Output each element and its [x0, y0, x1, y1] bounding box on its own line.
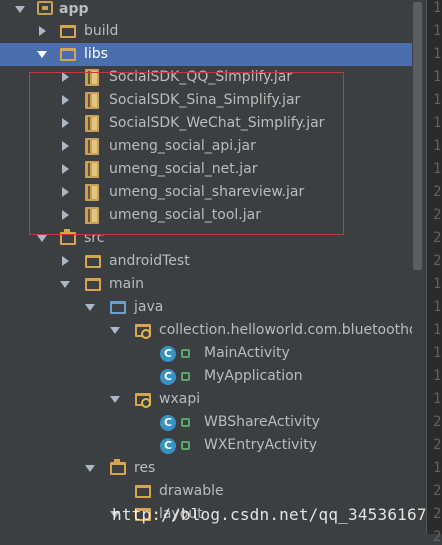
class-icon: C — [160, 415, 176, 431]
tree-item-drawable[interactable]: drawable — [0, 480, 412, 503]
tree-item-label: MainActivity — [204, 345, 290, 361]
tree-item-label: collection.helloworld.com.bluetoothder — [159, 322, 412, 338]
line-number: 2 — [433, 437, 442, 453]
line-number: 2 — [433, 230, 442, 246]
chevron-down-icon[interactable] — [85, 463, 95, 473]
tree-item-main[interactable]: main — [0, 273, 412, 296]
tree-item-label: wxapi — [159, 391, 201, 407]
tree-item-androidtest[interactable]: androidTest — [0, 250, 412, 273]
folder-icon — [60, 25, 76, 38]
tree-item-wxapi[interactable]: wxapi — [0, 388, 412, 411]
tree-item-label: app — [59, 1, 89, 17]
line-number: 2 — [433, 414, 442, 430]
tree-item-file[interactable] — [0, 526, 412, 534]
line-number: 1 — [433, 299, 442, 315]
tree-item-label: WXEntryActivity — [204, 437, 318, 453]
package-dot-icon — [141, 398, 151, 408]
scrollbar-thumb[interactable] — [413, 2, 422, 270]
line-number: 1 — [433, 92, 442, 108]
chevron-down-icon[interactable] — [110, 325, 120, 335]
chevron-down-icon[interactable] — [15, 4, 25, 14]
line-number: 1 — [433, 23, 442, 39]
line-number: 1 — [433, 368, 442, 384]
public-lock-icon — [181, 349, 190, 358]
public-lock-icon — [181, 372, 190, 381]
chevron-right-icon[interactable] — [60, 256, 70, 266]
line-number: 1 — [433, 0, 442, 16]
folder-icon — [85, 255, 101, 268]
line-number: 2 — [433, 207, 442, 223]
tree-item-label: java — [134, 299, 164, 315]
tree-item-label: drawable — [159, 483, 224, 499]
jar-highlight-box — [29, 72, 344, 235]
chevron-right-icon[interactable] — [37, 26, 47, 36]
tree-item-label: androidTest — [109, 253, 190, 269]
tree-item-collection-helloworld-com-bluetoothder[interactable]: collection.helloworld.com.bluetoothder — [0, 319, 412, 342]
tree-item-label: res — [134, 460, 156, 476]
line-number: 2 — [433, 253, 442, 269]
package-dot-icon — [141, 329, 151, 339]
source-folder-icon — [110, 301, 126, 314]
module-icon — [37, 1, 53, 15]
tree-item-mainactivity[interactable]: C MainActivity — [0, 342, 412, 365]
tree-item-wxentryactivity[interactable]: C WXEntryActivity — [0, 434, 412, 457]
line-number: 2 — [433, 529, 442, 545]
resource-folder-icon — [110, 459, 126, 475]
tree-item-label: main — [109, 276, 144, 292]
tree-item-libs[interactable]: libs — [0, 43, 412, 66]
chevron-down-icon[interactable] — [110, 394, 120, 404]
line-number: 1 — [433, 161, 442, 177]
editor-line-gutter: 1 1 1 1 1 1 1 1 2 2 2 2 1 1 1 1 1 1 2 2 1 2 2 2 — [426, 0, 442, 545]
tree-item-label: build — [84, 23, 119, 39]
folder-icon — [85, 278, 101, 291]
tree-item-wbshareactivity[interactable]: C WBShareActivity — [0, 411, 412, 434]
line-number: 1 — [433, 138, 442, 154]
public-lock-icon — [181, 418, 190, 427]
line-number: 1 — [433, 322, 442, 338]
tree-item-myapplication[interactable]: C MyApplication — [0, 365, 412, 388]
folder-icon — [60, 48, 76, 61]
class-icon: C — [160, 369, 176, 385]
watermark-url: http://blog.csdn.net/qq_34536167 — [112, 505, 427, 524]
chevron-down-icon[interactable] — [85, 302, 95, 312]
line-number: 1 — [433, 460, 442, 476]
chevron-down-icon[interactable] — [37, 49, 47, 59]
folder-icon — [135, 485, 151, 498]
line-number: 1 — [433, 69, 442, 85]
tree-item-build[interactable]: build — [0, 20, 412, 43]
public-lock-icon — [181, 441, 190, 450]
tree-item-label: MyApplication — [204, 368, 303, 384]
tree-item-label: WBShareActivity — [204, 414, 320, 430]
tree-scrollbar[interactable] — [412, 0, 425, 534]
line-number: 1 — [433, 391, 442, 407]
tree-item-label: libs — [84, 46, 108, 62]
line-number: 1 — [433, 115, 442, 131]
chevron-down-icon[interactable] — [60, 279, 70, 289]
tree-item-java[interactable]: java — [0, 296, 412, 319]
class-icon: C — [160, 438, 176, 454]
tree-item-app[interactable]: app — [0, 0, 412, 21]
line-number: 1 — [433, 276, 442, 292]
line-number: 1 — [433, 46, 442, 62]
line-number: 1 — [433, 345, 442, 361]
line-number: 2 — [433, 483, 442, 499]
tree-item-res[interactable]: res — [0, 457, 412, 480]
class-icon: C — [160, 346, 176, 362]
line-number: 2 — [433, 506, 442, 522]
line-number: 2 — [433, 184, 442, 200]
